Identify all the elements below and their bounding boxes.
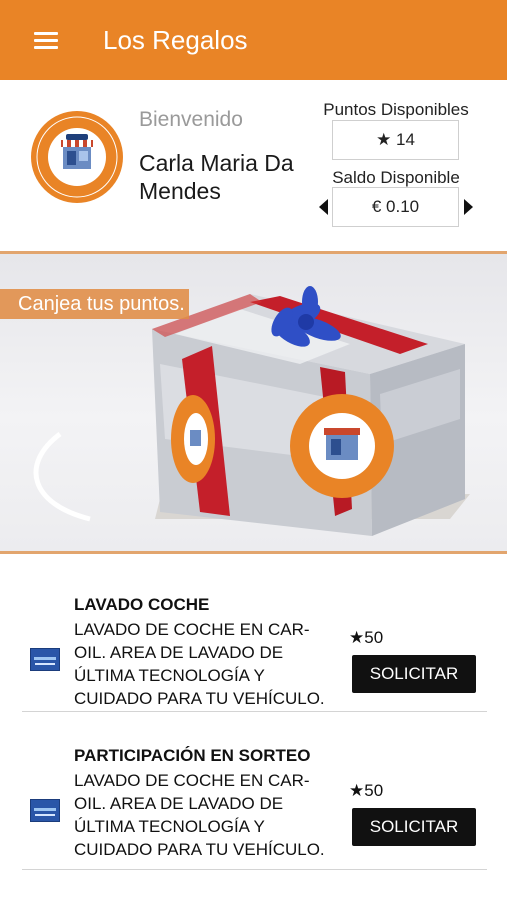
promo-banner[interactable]: Canjea tus puntos. — [0, 254, 507, 554]
list-item: LAVADO COCHE LAVADO DE COCHE EN CAR-OIL.… — [22, 557, 487, 712]
next-arrow-icon[interactable] — [464, 199, 473, 215]
reward-description: LAVADO DE COCHE EN CAR-OIL. AREA DE LAVA… — [74, 771, 325, 859]
request-button[interactable]: SOLICITAR — [352, 655, 476, 693]
profile-panel: Bienvenido Carla Maria Da Mendes Puntos … — [0, 80, 507, 254]
banner-tag: Canjea tus puntos. — [0, 289, 189, 319]
card-icon — [30, 648, 60, 671]
request-button[interactable]: SOLICITAR — [352, 808, 476, 846]
reward-title: LAVADO COCHE — [74, 595, 210, 614]
card-icon — [30, 799, 60, 822]
association-logo — [31, 111, 123, 203]
welcome-text: Bienvenido — [139, 108, 243, 131]
list-item: PARTICIPACIÓN EN SORTEO LAVADO DE COCHE … — [22, 712, 487, 870]
balance-value: € 0.10 — [332, 187, 459, 227]
balance-label: Saldo Disponible — [332, 168, 460, 187]
points-label: Puntos Disponibles — [323, 100, 469, 119]
user-name: Carla Maria Da Mendes — [139, 150, 294, 204]
reward-title: PARTICIPACIÓN EN SORTEO — [74, 746, 311, 765]
reward-points: ★50 — [349, 781, 384, 800]
app-title: Los Regalos — [103, 25, 248, 55]
points-value: ★ 14 — [332, 120, 459, 160]
reward-description: LAVADO DE COCHE EN CAR-OIL. AREA DE LAVA… — [74, 620, 325, 708]
reward-points: ★50 — [349, 628, 384, 647]
app-bar: Los Regalos — [0, 0, 507, 80]
menu-icon[interactable] — [28, 27, 64, 55]
previous-arrow-icon[interactable] — [319, 199, 328, 215]
